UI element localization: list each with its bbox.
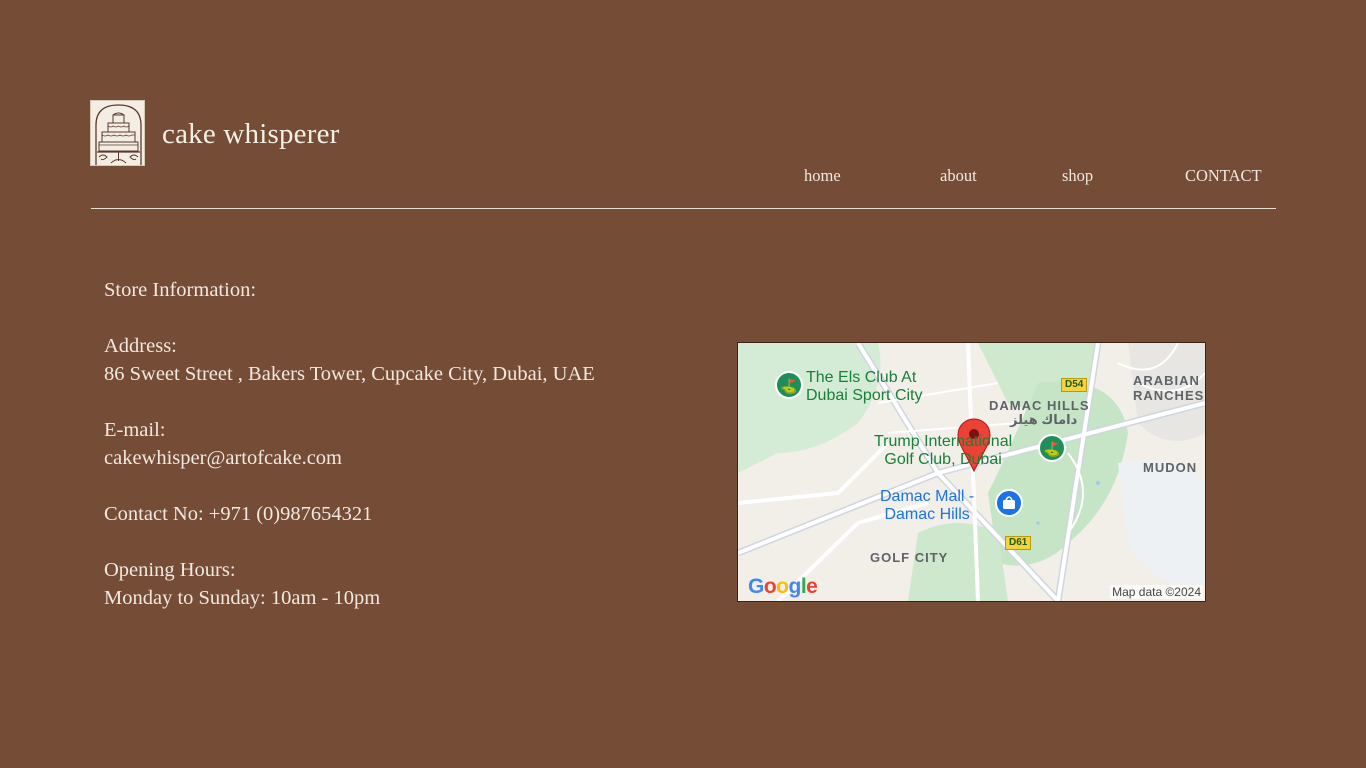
logo[interactable] (90, 100, 145, 166)
golf-course-icon-2: ⛳ (1038, 434, 1066, 462)
golf-course-icon: ⛳ (775, 371, 803, 399)
email-label: E-mail: (104, 419, 166, 441)
map-label-golf-city: GOLF CITY (870, 550, 949, 565)
map-label-damac-mall: Damac Mall - Damac Hills (880, 488, 975, 523)
nav-home[interactable]: home (804, 166, 841, 186)
svg-text:⛳: ⛳ (780, 378, 797, 395)
store-map[interactable]: ⛳ ⛳ The Els Club At Dubai Sport City DAM… (737, 342, 1206, 602)
shopping-bag-icon (995, 489, 1023, 517)
tiered-cake-icon (91, 101, 144, 165)
hours-label: Opening Hours: (104, 559, 236, 581)
map-label-els-club: The Els Club At Dubai Sport City (806, 369, 923, 404)
brand-name[interactable]: cake whisperer (162, 116, 340, 152)
store-information: Store Information: Address: 86 Sweet Str… (104, 276, 595, 612)
road-shield-d61: D61 (1005, 536, 1032, 550)
map-attribution[interactable]: Map data ©2024 (1110, 585, 1203, 599)
header-divider (91, 208, 1276, 209)
map-label-damac-hills-arabic: داماك هيلز (1010, 412, 1078, 427)
nav-contact[interactable]: CONTACT (1185, 166, 1262, 186)
google-logo: Google (748, 575, 818, 598)
hours-value: Monday to Sunday: 10am - 10pm (104, 587, 381, 609)
map-label-arabian-ranches: ARABIAN RANCHES (1133, 373, 1205, 403)
map-label-trump-golf: Trump International Golf Club, Dubai (874, 433, 1013, 468)
map-label-mudon: MUDON (1143, 460, 1198, 475)
nav-about[interactable]: about (940, 166, 977, 186)
contact-number: Contact No: +971 (0)987654321 (104, 503, 373, 525)
nav-shop[interactable]: shop (1062, 166, 1093, 186)
map-label-damac-hills: DAMAC HILLS (989, 398, 1090, 413)
address-value: 86 Sweet Street , Bakers Tower, Cupcake … (104, 363, 595, 385)
address-label: Address: (104, 335, 177, 357)
road-shield-d54: D54 (1061, 378, 1088, 392)
contact-page: cake whisperer home about shop CONTACT S… (0, 0, 1366, 768)
store-info-heading: Store Information: (104, 279, 257, 301)
email-link[interactable]: cakewhisper@artofcake.com (104, 444, 595, 472)
svg-text:⛳: ⛳ (1043, 441, 1060, 458)
